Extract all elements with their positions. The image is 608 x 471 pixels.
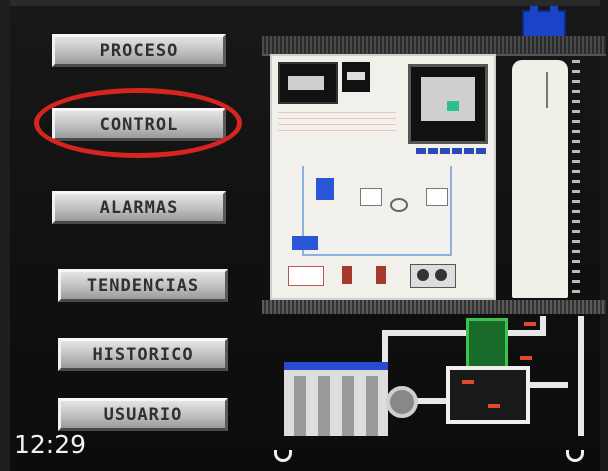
clock-time: 12:29 [14, 430, 87, 459]
cabinet-hmi-screen [408, 64, 488, 144]
control-cabinet-graphic[interactable] [272, 56, 494, 298]
control-button-label: CONTROL [99, 114, 179, 135]
column-level-scale [572, 60, 580, 296]
control-button[interactable]: CONTROL [52, 108, 226, 141]
screen-bezel-top [0, 0, 608, 6]
usuario-button[interactable]: USUARIO [58, 398, 228, 431]
historico-button-label: HISTORICO [92, 344, 194, 365]
treatment-column[interactable] [512, 60, 568, 298]
status-indicator-red [462, 380, 474, 384]
cabinet-valve-icon [390, 198, 408, 212]
status-indicator-red [488, 404, 500, 408]
storage-tank-lid [284, 362, 388, 370]
cabinet-data-lines [278, 112, 396, 136]
cabinet-module [342, 62, 370, 92]
cabinet-display-unit [278, 62, 338, 104]
cabinet-indicator-row [416, 148, 488, 154]
cabinet-component-box [360, 188, 382, 206]
pipe-segment [578, 316, 584, 436]
plc-module-icon[interactable] [522, 6, 566, 38]
status-indicator-red [520, 356, 532, 360]
tendencias-button-label: TENDENCIAS [86, 275, 200, 296]
storage-tank[interactable] [284, 370, 388, 436]
screen-bezel-left [0, 0, 10, 471]
alarmas-button[interactable]: ALARMAS [52, 191, 226, 224]
historico-button[interactable]: HISTORICO [58, 338, 228, 371]
proceso-button[interactable]: PROCESO [52, 34, 226, 67]
pipe-segment [382, 330, 472, 336]
cabinet-blue-tank-upper [316, 178, 334, 200]
cabinet-component-box [426, 188, 448, 206]
hmi-screen: PROCESO CONTROL ALARMAS TENDENCIAS HISTO… [0, 0, 608, 471]
cabinet-switch [376, 266, 386, 284]
pipe-segment [540, 316, 546, 334]
cabinet-dial-gauges [410, 264, 456, 288]
nav-next-arrow-icon[interactable] [566, 450, 584, 462]
filter-housing[interactable] [446, 366, 530, 424]
usuario-button-label: USUARIO [103, 404, 183, 425]
cabinet-switch [342, 266, 352, 284]
proceso-button-label: PROCESO [99, 40, 179, 61]
pipe-segment [416, 398, 450, 404]
top-cable-rail [262, 36, 606, 56]
screen-bezel-right [600, 0, 608, 471]
nav-back-arrow-icon[interactable] [274, 450, 292, 462]
tendencias-button[interactable]: TENDENCIAS [58, 269, 228, 302]
cabinet-terminal-block [288, 266, 324, 286]
status-indicator-red [524, 322, 536, 326]
alarmas-button-label: ALARMAS [99, 197, 179, 218]
pipe-segment [528, 382, 568, 388]
pump-icon[interactable] [386, 386, 418, 418]
lower-cable-rail [262, 300, 606, 314]
cabinet-blue-tank-lower [292, 236, 318, 250]
